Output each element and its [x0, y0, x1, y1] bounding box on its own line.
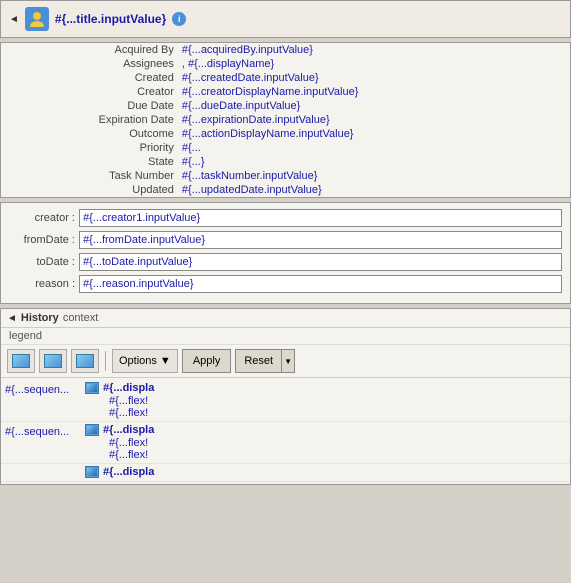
field-value: #{...taskNumber.inputValue} [178, 169, 570, 183]
legend-label: legend [9, 330, 42, 342]
field-value: #{...creatorDisplayName.inputValue} [178, 85, 570, 99]
options-arrow-icon: ▼ [160, 355, 171, 367]
image-btn-3[interactable] [71, 349, 99, 373]
field-label: Priority [1, 141, 178, 155]
table-row: Due Date #{...dueDate.inputValue} [1, 99, 570, 113]
table-row: Created #{...createdDate.inputValue} [1, 71, 570, 85]
input-row: toDate : [9, 253, 562, 271]
table-row: Acquired By #{...acquiredBy.inputValue} [1, 43, 570, 57]
field-label: Acquired By [1, 43, 178, 57]
field-value: #{...expirationDate.inputValue} [178, 113, 570, 127]
input-field[interactable] [79, 231, 562, 249]
input-field[interactable] [79, 253, 562, 271]
history-display-value: #{...displa [103, 424, 154, 436]
field-value: #{...acquiredBy.inputValue} [178, 43, 570, 57]
history-row: #{...sequen... #{...displa #{...flex!#{.… [1, 422, 570, 464]
history-title: History [21, 312, 59, 324]
field-label: Expiration Date [1, 113, 178, 127]
history-display-value: #{...displa [103, 382, 154, 394]
history-image-icon [85, 466, 99, 478]
history-sequence: #{...sequen... [5, 424, 85, 438]
input-label: fromDate : [9, 234, 79, 246]
table-row: Creator #{...creatorDisplayName.inputVal… [1, 85, 570, 99]
field-value: #{...createdDate.inputValue} [178, 71, 570, 85]
history-collapse-arrow[interactable]: ◄ [7, 313, 17, 324]
history-image-icon [85, 382, 99, 394]
field-label: Created [1, 71, 178, 85]
table-row: Priority #{... [1, 141, 570, 155]
history-details: #{...displa [85, 466, 566, 479]
field-label: Creator [1, 85, 178, 99]
field-label: Task Number [1, 169, 178, 183]
history-display-row: #{...displa [85, 466, 566, 478]
field-value: #{...} [178, 155, 570, 169]
field-label: Assignees [1, 57, 178, 71]
history-details: #{...displa #{...flex!#{...flex! [85, 382, 566, 419]
input-row: fromDate : [9, 231, 562, 249]
context-tab[interactable]: context [63, 312, 98, 324]
table-row: State #{...} [1, 155, 570, 169]
input-field[interactable] [79, 209, 562, 227]
field-value: #{... [178, 141, 570, 155]
page-title: #{...title.inputValue} [55, 12, 166, 26]
field-value: , #{...displayName} [178, 57, 570, 71]
history-display-row: #{...displa [85, 382, 566, 394]
history-display-value: #{...displa [103, 466, 154, 478]
collapse-arrow[interactable]: ◄ [9, 14, 19, 25]
fields-panel: Acquired By #{...acquiredBy.inputValue} … [0, 42, 571, 198]
field-label: Outcome [1, 127, 178, 141]
reset-btn-group: Reset ▼ [235, 349, 295, 373]
history-display-row: #{...displa [85, 424, 566, 436]
history-list: #{...sequen... #{...displa #{...flex!#{.… [1, 378, 570, 484]
table-row: Expiration Date #{...expirationDate.inpu… [1, 113, 570, 127]
info-icon[interactable]: i [172, 12, 186, 26]
input-field[interactable] [79, 275, 562, 293]
table-row: Updated #{...updatedDate.inputValue} [1, 183, 570, 197]
input-label: toDate : [9, 256, 79, 268]
table-row: Task Number #{...taskNumber.inputValue} [1, 169, 570, 183]
toolbar-row: Options ▼ Apply Reset ▼ [1, 345, 570, 378]
toolbar-separator [105, 351, 106, 371]
table-row: Assignees , #{...displayName} [1, 57, 570, 71]
history-flex-value-2: #{...flex! [109, 449, 566, 461]
fields-table: Acquired By #{...acquiredBy.inputValue} … [1, 43, 570, 197]
history-sequence: #{...sequen... [5, 382, 85, 396]
history-row: #{...displa [1, 464, 570, 482]
history-header: ◄ History context [1, 309, 570, 328]
history-row: #{...sequen... #{...displa #{...flex!#{.… [1, 380, 570, 422]
field-value: #{...dueDate.inputValue} [178, 99, 570, 113]
field-label: State [1, 155, 178, 169]
input-label: reason : [9, 278, 79, 290]
inputs-panel: creator : fromDate : toDate : reason : [0, 202, 571, 304]
legend-row: legend [1, 328, 570, 345]
reset-button[interactable]: Reset [235, 349, 281, 373]
history-flex-value-1: #{...flex! [109, 395, 566, 407]
apply-button[interactable]: Apply [182, 349, 232, 373]
reset-dropdown-arrow-icon: ▼ [284, 357, 292, 366]
image-btn-1[interactable] [7, 349, 35, 373]
table-row: Outcome #{...actionDisplayName.inputValu… [1, 127, 570, 141]
history-details: #{...displa #{...flex!#{...flex! [85, 424, 566, 461]
history-panel: ◄ History context legend Options ▼ Apply… [0, 308, 571, 485]
history-flex-value-2: #{...flex! [109, 407, 566, 419]
field-value: #{...updatedDate.inputValue} [178, 183, 570, 197]
reset-dropdown-button[interactable]: ▼ [281, 349, 295, 373]
field-value: #{...actionDisplayName.inputValue} [178, 127, 570, 141]
input-label: creator : [9, 212, 79, 224]
history-flex-value-1: #{...flex! [109, 437, 566, 449]
history-image-icon [85, 424, 99, 436]
history-sequence [5, 466, 85, 468]
input-row: creator : [9, 209, 562, 227]
header-panel: ◄ #{...title.inputValue} i [0, 0, 571, 38]
image-btn-2[interactable] [39, 349, 67, 373]
field-label: Due Date [1, 99, 178, 113]
input-row: reason : [9, 275, 562, 293]
options-label: Options [119, 355, 157, 367]
field-label: Updated [1, 183, 178, 197]
options-button[interactable]: Options ▼ [112, 349, 178, 373]
user-icon [25, 7, 49, 31]
